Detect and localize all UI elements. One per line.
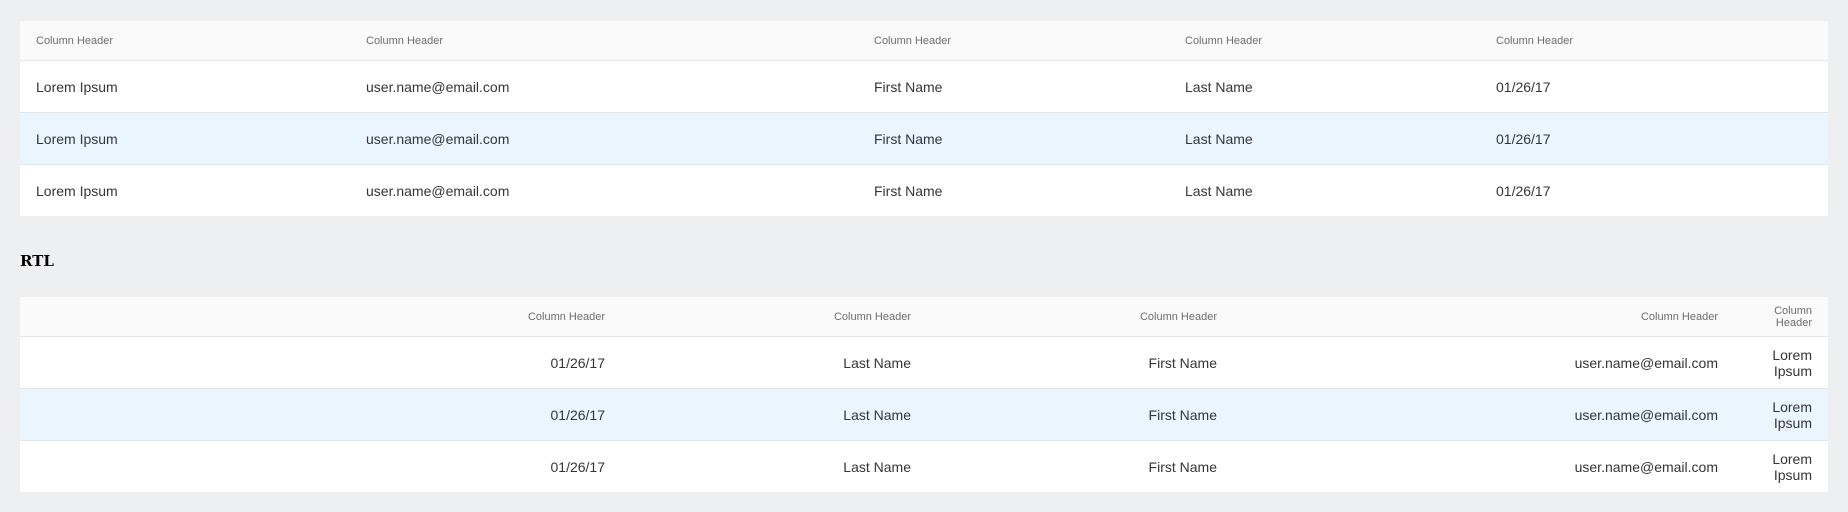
table-row[interactable]: Lorem Ipsum user.name@email.com First Na… bbox=[20, 336, 1828, 389]
table-cell: Last Name bbox=[1185, 182, 1253, 199]
column-header[interactable]: Column Header bbox=[858, 21, 1169, 61]
table-cell: First Name bbox=[858, 112, 1169, 165]
table-cell: 01/26/17 bbox=[1480, 112, 1828, 165]
table-header-row: Column Header Column Header Column Heade… bbox=[20, 21, 1828, 61]
table-cell: 01/26/17 bbox=[20, 388, 621, 441]
table-cell: Last Name bbox=[621, 388, 927, 441]
table-cell: user.name@email.com bbox=[1233, 388, 1734, 441]
rtl-table: Column Header Column Header Column Heade… bbox=[20, 297, 1828, 492]
table-cell: 01/26/17 bbox=[1480, 60, 1828, 113]
table-cell: First Name bbox=[927, 388, 1233, 441]
table-cell: Lorem Ipsum bbox=[20, 60, 350, 113]
table-row-selected[interactable]: Lorem Ipsum user.name@email.com First Na… bbox=[20, 388, 1828, 441]
column-header[interactable]: Column Header bbox=[1169, 21, 1480, 61]
table-cell: Lorem Ipsum bbox=[36, 182, 118, 199]
table-cell: Lorem Ipsum bbox=[1734, 336, 1828, 389]
column-header[interactable]: Column Header bbox=[1233, 297, 1734, 337]
table-cell: user.name@email.com bbox=[366, 182, 510, 199]
table-cell: user.name@email.com bbox=[1574, 458, 1718, 475]
table-cell: First Name bbox=[858, 60, 1169, 113]
table-cell: Last Name bbox=[621, 336, 927, 389]
table-cell: First Name bbox=[874, 182, 943, 199]
table-row[interactable]: Lorem Ipsum user.name@email.com First Na… bbox=[20, 441, 1828, 493]
table-cell: 01/26/17 bbox=[20, 336, 621, 389]
table-row-selected[interactable]: Lorem Ipsum user.name@email.com First Na… bbox=[20, 112, 1828, 165]
column-header[interactable]: Column Header bbox=[621, 297, 927, 337]
column-header[interactable]: Column Header bbox=[927, 297, 1233, 337]
table-cell: 01/26/17 bbox=[550, 458, 606, 475]
table-header-row: Column Header Column Header Column Heade… bbox=[20, 297, 1828, 337]
column-header[interactable]: Column Header bbox=[350, 21, 858, 61]
table-cell: First Name bbox=[927, 336, 1233, 389]
table-cell: Last Name bbox=[1169, 60, 1480, 113]
table-cell: 01/26/17 bbox=[1496, 182, 1551, 199]
table-cell: user.name@email.com bbox=[350, 112, 858, 165]
table-cell: user.name@email.com bbox=[350, 60, 858, 113]
column-header[interactable]: Column Header bbox=[1480, 21, 1828, 61]
column-header[interactable]: Column Header bbox=[20, 297, 621, 337]
column-header[interactable]: Column Header bbox=[20, 21, 350, 61]
table-cell: Lorem Ipsum bbox=[20, 112, 350, 165]
table-cell: Last Name bbox=[843, 458, 911, 475]
table-cell: Lorem Ipsum bbox=[1734, 388, 1828, 441]
column-header[interactable]: Column Header bbox=[1734, 297, 1828, 337]
ltr-table: Column Header Column Header Column Heade… bbox=[20, 21, 1828, 216]
table-row[interactable]: Lorem Ipsum user.name@email.com First Na… bbox=[20, 60, 1828, 113]
table-row[interactable]: Lorem Ipsum user.name@email.com First Na… bbox=[20, 165, 1828, 217]
table-cell: First Name bbox=[1148, 458, 1217, 475]
table-cell: Last Name bbox=[1169, 112, 1480, 165]
rtl-section-label: RTL bbox=[20, 252, 54, 270]
table-cell: Lorem Ipsum bbox=[1772, 450, 1812, 483]
table-cell: user.name@email.com bbox=[1233, 336, 1734, 389]
